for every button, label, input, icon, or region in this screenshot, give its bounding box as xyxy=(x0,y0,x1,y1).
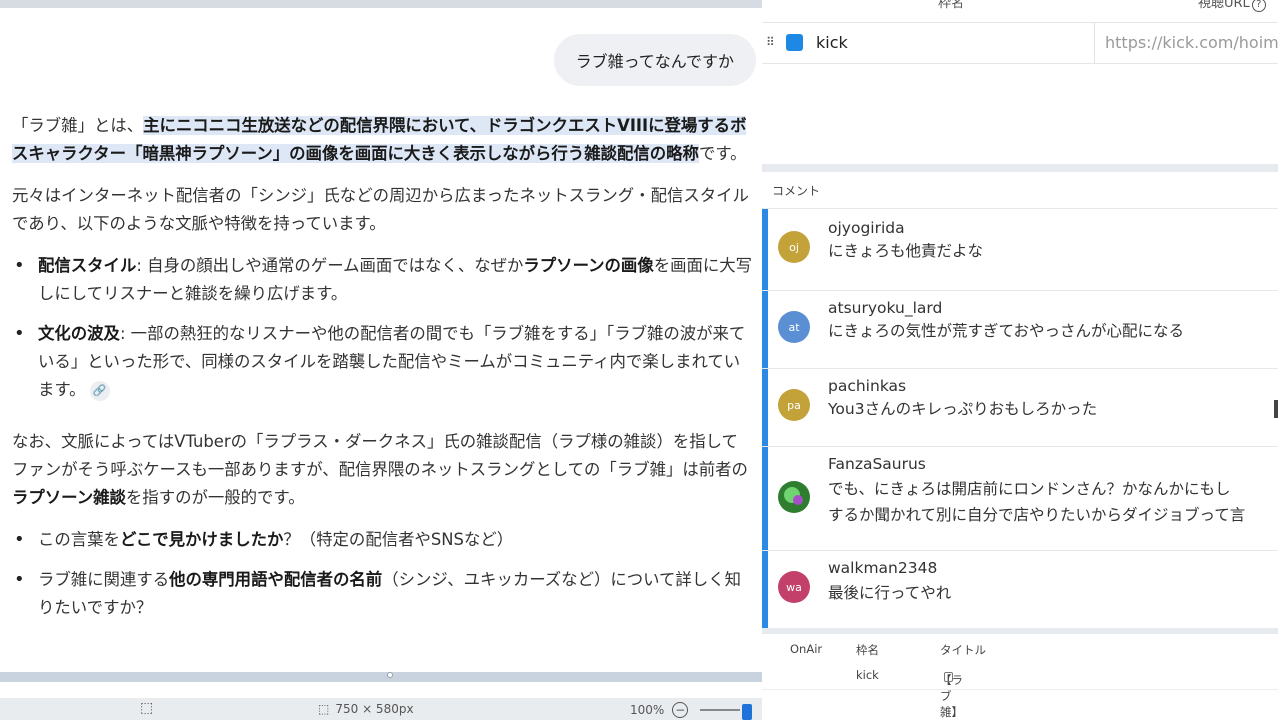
onair-name: kick xyxy=(856,668,879,682)
list-item: 配信スタイル: 自身の顔出しや通常のゲーム画面ではなく、なぜかラプソーンの画像を… xyxy=(12,252,754,308)
p1-lead: 「ラブ雑」とは、 xyxy=(12,116,144,135)
frame-icon: ⬚ xyxy=(318,702,330,716)
list-item-bold: ラプソーンの画像 xyxy=(523,256,654,275)
zoom-slider-thumb[interactable] xyxy=(742,704,752,720)
source-link-icon[interactable]: 🔗 xyxy=(89,380,110,401)
comment-user: walkman2348 xyxy=(828,559,938,577)
chat-top-bar xyxy=(0,0,762,8)
comment-text: するか聞かれて別に自分で店やりたいからダイジョブって言 xyxy=(828,506,1246,524)
help-icon[interactable]: ? xyxy=(1251,0,1266,12)
list-item-text: : 自身の顔出しや通常のゲーム画面ではなく、なぜか xyxy=(136,256,524,275)
zoom-out-button[interactable]: − xyxy=(672,702,689,718)
comment-accent xyxy=(762,209,768,290)
drag-handle-icon[interactable]: ⠿ xyxy=(766,35,775,49)
answer-paragraph-2: 元々はインターネット配信者の「シンジ」氏などの周辺から広まったネットスラング・配… xyxy=(12,186,749,233)
list-item: この言葉をどこで見かけましたか？（特定の配信者やSNSなど） xyxy=(12,526,754,554)
resize-knob[interactable] xyxy=(387,672,393,678)
q2-text: ラブ雑に関連する xyxy=(38,570,170,589)
comment-user: pachinkas xyxy=(828,377,907,395)
comment-item: wa walkman2348 最後に行ってやれ xyxy=(762,550,1278,628)
zoom-level: 100% xyxy=(630,703,665,717)
p3-text: を指すのが一般的です。 xyxy=(125,488,305,507)
scrollbar[interactable] xyxy=(1274,400,1278,418)
avatar: oj xyxy=(778,231,810,263)
avatar: wa xyxy=(778,571,810,603)
col-name: 枠名 xyxy=(856,643,879,657)
avatar: at xyxy=(778,311,810,343)
section-divider xyxy=(762,164,1278,172)
comment-accent xyxy=(762,551,768,628)
list-item-title: 文化の波及 xyxy=(38,324,120,343)
section-divider xyxy=(762,628,1278,634)
comment-text: 最後に行ってやれ xyxy=(828,584,952,602)
avatar-picture-icon xyxy=(778,481,810,513)
comment-user: FanzaSaurus xyxy=(828,455,926,473)
dimensions-readout: ⬚ 750 × 580px xyxy=(318,702,414,716)
onair-table-header: OnAir 枠名 タイトル xyxy=(762,642,1278,660)
list-item-text: : 一部の熱狂的なリスナーや他の配信者の間でも「ラブ雑をする」「ラブ雑の波が来て… xyxy=(38,324,746,399)
q1-text: この言葉を xyxy=(38,530,120,549)
comments-title: コメント xyxy=(772,184,821,198)
status-bar: ⬚ ⬚ 750 × 580px 100% − xyxy=(0,698,762,720)
feature-list: 配信スタイル: 自身の顔出しや通常のゲーム画面ではなく、なぜかラプソーンの画像を… xyxy=(12,252,754,404)
p3-text: なお、文脈によってはVTuberの「ラプラス・ダークネス」氏の雑談配信（ラプ様の… xyxy=(12,432,748,479)
answer-paragraph-1: 「ラブ雑」とは、主にニコニコ生放送などの配信界隈において、ドラゴンクエストVII… xyxy=(12,112,754,168)
comment-user: atsuryoku_lard xyxy=(828,299,943,317)
answer-paragraph-3: なお、文脈によってはVTuberの「ラプラス・ダークネス」氏の雑談配信（ラプ様の… xyxy=(12,428,754,512)
screen: ラブ雑ってなんですか 「ラブ雑」とは、主にニコニコ生放送などの配信界隈において、… xyxy=(0,0,1278,720)
col-view-url: 視聴URL? xyxy=(1198,0,1266,12)
q1-text: ？（特定の配信者やSNSなど） xyxy=(283,530,514,549)
zoom-control: 100% − xyxy=(630,702,741,718)
copy-icon[interactable] xyxy=(944,672,953,682)
col-onair: OnAir xyxy=(790,642,823,656)
comment-text: にきょろの気性が荒すぎておやっさんが心配になる xyxy=(828,322,1185,340)
dimensions-text: 750 × 580px xyxy=(335,702,414,716)
avatar-image xyxy=(778,481,810,513)
assistant-answer: 「ラブ雑」とは、主にニコニコ生放送などの配信界隈において、ドラゴンクエストVII… xyxy=(12,112,754,636)
col-frame-name: 枠名 xyxy=(938,0,965,11)
user-message-bubble: ラブ雑ってなんですか xyxy=(553,34,756,86)
comment-item: at atsuryoku_lard にきょろの気性が荒すぎておやっさんが心配にな… xyxy=(762,290,1278,368)
view-url-input[interactable]: https://kick.com/hoimiso xyxy=(1094,23,1278,63)
comment-accent xyxy=(762,447,768,550)
q1-bold: どこで見かけましたか xyxy=(119,530,284,549)
comment-text: You3さんのキレっぷりおもしろかった xyxy=(828,400,1098,418)
comment-item: FanzaSaurus でも、にきょろは開店前にロンドンさん？かなんかにもし す… xyxy=(762,446,1278,550)
followup-list: この言葉をどこで見かけましたか？（特定の配信者やSNSなど） ラブ雑に関連する他… xyxy=(12,526,754,622)
frame-table-header: 枠名 視聴URL? xyxy=(762,0,1278,16)
col-view-url-label: 視聴URL xyxy=(1198,0,1250,11)
onair-row[interactable]: kick 【ラブ雑】あと６日 xyxy=(762,664,1278,719)
avatar: pa xyxy=(778,389,810,421)
comment-accent xyxy=(762,291,768,368)
comment-text: でも、にきょろは開店前にロンドンさん？かなんかにもし xyxy=(828,480,1231,498)
col-title: タイトル xyxy=(940,643,986,657)
p3-bold: ラプソーン雑談 xyxy=(12,488,126,507)
frame-name: kick xyxy=(816,33,848,52)
list-item: 文化の波及: 一部の熱狂的なリスナーや他の配信者の間でも「ラブ雑をする」「ラブ雑… xyxy=(12,320,754,404)
chat-window: ラブ雑ってなんですか 「ラブ雑」とは、主にニコニコ生放送などの配信界隈において、… xyxy=(0,0,762,720)
comment-text: にきょろも他責だよな xyxy=(828,242,984,260)
comment-user: ojyogirida xyxy=(828,219,905,237)
comment-accent xyxy=(762,369,768,446)
list-item-title: 配信スタイル xyxy=(38,256,137,275)
q2-bold: 他の専門用語や配信者の名前 xyxy=(169,570,383,589)
list-item: ラブ雑に関連する他の専門用語や配信者の名前（シンジ、ユキッカーズなど）について詳… xyxy=(12,566,754,622)
comment-item: pa pachinkas You3さんのキレっぷりおもしろかった xyxy=(762,368,1278,446)
resize-handle[interactable] xyxy=(0,672,762,682)
p1-tail: です。 xyxy=(698,144,747,163)
crop-icon[interactable]: ⬚ xyxy=(140,700,153,716)
zoom-slider[interactable] xyxy=(700,709,741,711)
stream-panel: 枠名 視聴URL? ⠿ kick https://kick.com/hoimis… xyxy=(762,0,1278,720)
comment-item: oj ojyogirida にきょろも他責だよな xyxy=(762,208,1278,290)
frame-row: ⠿ kick https://kick.com/hoimiso xyxy=(762,22,1278,64)
frame-checkbox[interactable] xyxy=(786,34,803,51)
